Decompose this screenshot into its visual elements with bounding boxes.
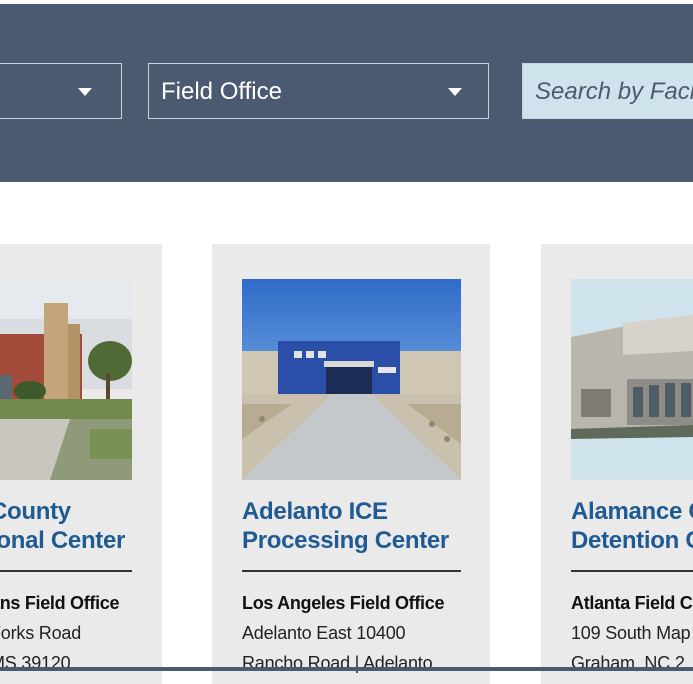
facility-field-office: Los Angeles Field Office — [242, 593, 445, 613]
facility-title[interactable]: Adelanto ICE Processing Center — [242, 497, 449, 555]
field-office-dropdown-label: Field Office — [161, 78, 282, 105]
facility-search-placeholder: Search by Faci — [535, 78, 693, 105]
facility-address-line: 109 South Map — [571, 623, 691, 643]
chevron-down-icon — [78, 88, 92, 96]
title-divider — [242, 570, 461, 572]
facility-title[interactable]: County ional Center — [0, 497, 125, 555]
facility-card[interactable]: County ional Center ans Field Office For… — [0, 244, 162, 684]
facility-field-office: ans Field Office — [0, 593, 120, 613]
title-divider — [0, 570, 132, 572]
facility-field-office: Atlanta Field C — [571, 593, 693, 613]
title-divider — [571, 570, 693, 572]
facility-card[interactable]: Adelanto ICE Processing Center Los Angel… — [212, 244, 490, 684]
field-office-dropdown[interactable]: Field Office — [148, 63, 489, 119]
page-bottom-border — [0, 667, 693, 671]
facility-address-line: Adelanto East 10400 — [242, 623, 406, 643]
chevron-down-icon — [448, 88, 462, 96]
state-dropdown[interactable] — [0, 63, 122, 119]
facility-address-line: Forks Road — [0, 623, 82, 643]
facility-photo[interactable] — [242, 279, 461, 480]
facility-title[interactable]: Alamance C Detention C — [571, 497, 693, 555]
facility-photo[interactable] — [571, 279, 693, 480]
facility-card[interactable]: Alamance C Detention C Atlanta Field C 1… — [541, 244, 693, 684]
facility-search-input[interactable]: Search by Faci — [522, 63, 693, 119]
facility-photo[interactable] — [0, 279, 132, 480]
filter-bar: Field Office Search by Faci — [0, 4, 693, 182]
